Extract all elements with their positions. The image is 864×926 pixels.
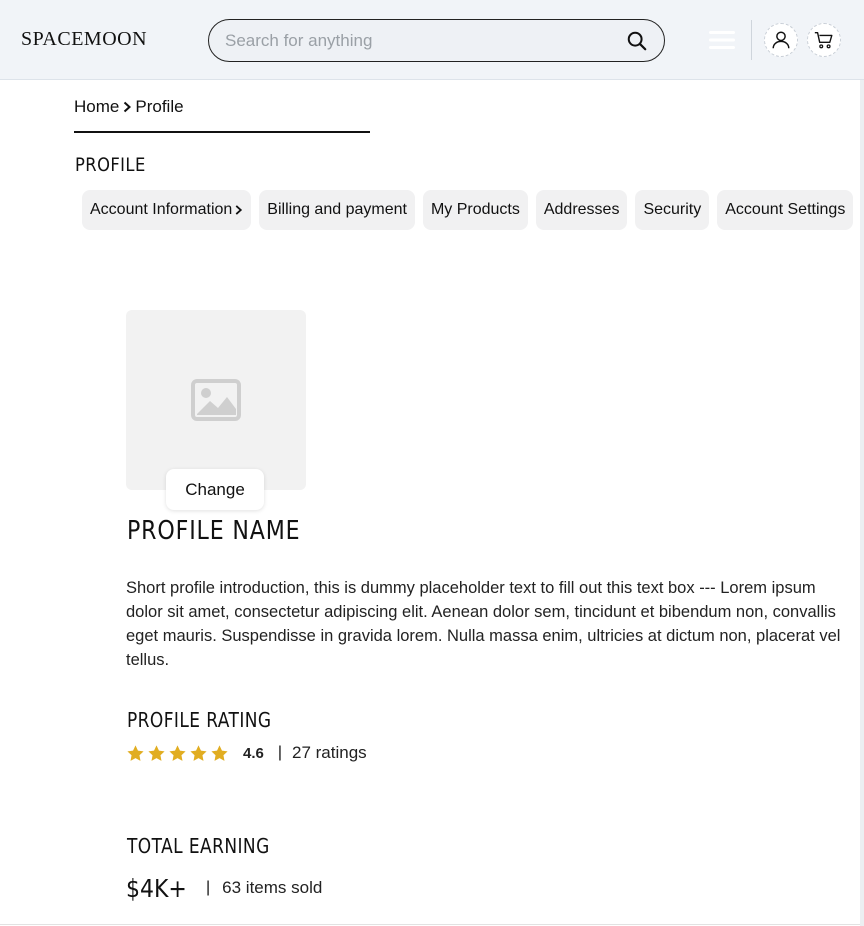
change-avatar-button[interactable]: Change	[166, 469, 264, 510]
image-placeholder-icon	[191, 379, 241, 421]
tab-addresses[interactable]: Addresses	[535, 190, 628, 230]
user-icon	[772, 31, 790, 49]
star-icon	[190, 744, 207, 761]
search-input[interactable]	[225, 28, 605, 54]
cart-icon	[814, 31, 833, 49]
tab-label: Account Settings	[725, 201, 846, 218]
breadcrumb-home[interactable]: Home	[74, 97, 119, 117]
bottom-divider	[0, 924, 864, 925]
star-icon	[148, 744, 165, 761]
tab-account-information[interactable]: Account Information	[82, 190, 252, 230]
earning-value: $4K+	[126, 873, 187, 903]
profile-avatar	[126, 310, 306, 490]
scrollbar-track[interactable]	[860, 80, 864, 926]
page-title: PROFILE	[75, 154, 146, 176]
header-divider	[751, 20, 752, 60]
search-bar	[208, 19, 665, 62]
profile-introduction: Short profile introduction, this is dumm…	[126, 579, 841, 669]
cart-button[interactable]	[807, 23, 841, 57]
account-button[interactable]	[764, 23, 798, 57]
rating-value: 4.6	[243, 744, 264, 762]
earning-row: $4K+ | 63 items sold	[126, 872, 322, 904]
tab-billing-and-payment[interactable]: Billing and payment	[259, 190, 415, 230]
profile-tabs: Account Information Billing and payment …	[82, 190, 854, 230]
tab-label: Security	[643, 201, 702, 218]
star-icon	[211, 744, 228, 761]
menu-icon[interactable]	[709, 30, 735, 50]
tab-label: Addresses	[543, 201, 620, 218]
brand-logo[interactable]: SPACEMOON	[21, 28, 147, 51]
rating-count: 27 ratings	[292, 743, 367, 762]
rating-row: 4.6 | 27 ratings	[126, 742, 367, 764]
search-icon[interactable]	[626, 30, 648, 52]
tab-label: Account Information	[90, 201, 233, 218]
chevron-right-icon	[235, 205, 243, 215]
tab-label: My Products	[430, 201, 520, 218]
star-icon	[169, 744, 186, 761]
breadcrumb-underline	[74, 131, 370, 133]
top-header: SPACEMOON	[0, 0, 864, 80]
items-sold: 63 items sold	[222, 878, 323, 897]
breadcrumb-current: Profile	[135, 97, 184, 116]
earning-separator: |	[206, 879, 211, 896]
earning-title: TOTAL EARNING	[127, 834, 270, 858]
star-rating	[126, 744, 229, 763]
star-icon	[127, 744, 144, 761]
rating-title: PROFILE RATING	[127, 708, 272, 732]
breadcrumb: Home Profile	[74, 97, 184, 117]
tab-security[interactable]: Security	[635, 190, 710, 230]
rating-separator: |	[277, 744, 283, 761]
tab-account-settings[interactable]: Account Settings	[717, 190, 854, 230]
tab-my-products[interactable]: My Products	[422, 190, 528, 230]
tab-label: Billing and payment	[267, 201, 407, 218]
profile-name: PROFILE NAME	[127, 516, 301, 546]
chevron-right-icon	[122, 101, 132, 113]
